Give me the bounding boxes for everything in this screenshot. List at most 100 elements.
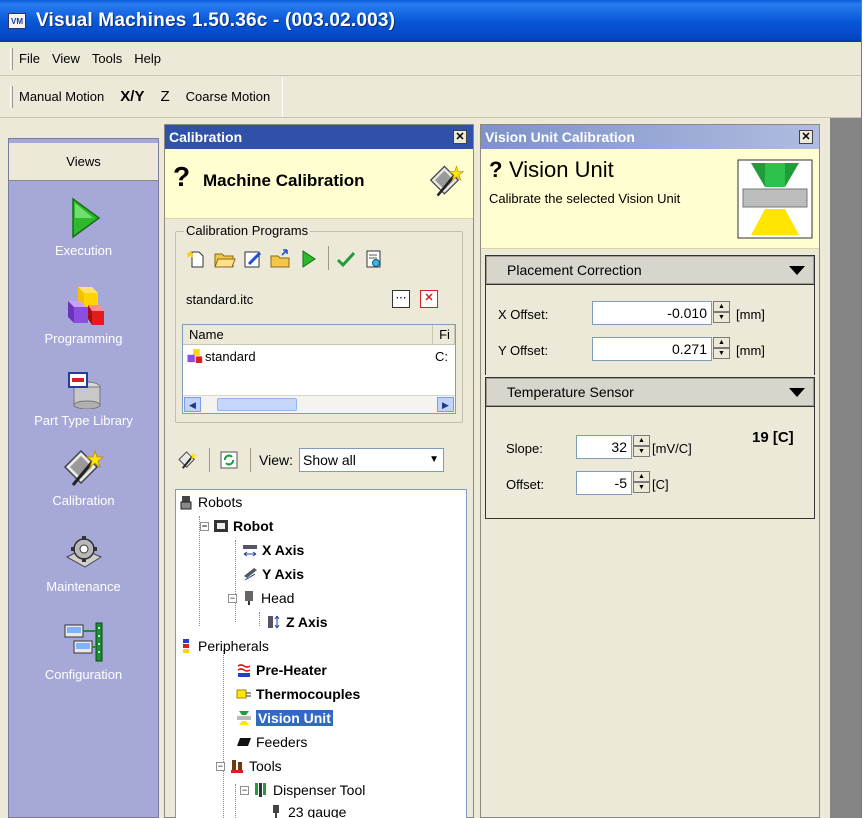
calibration-panel-title[interactable]: Calibration ✕ [165, 125, 473, 149]
chevron-down-icon[interactable] [789, 388, 805, 397]
tree-connector [223, 650, 224, 818]
spin-up-icon[interactable]: ▲ [633, 471, 650, 482]
temperature-sensor-section[interactable]: Temperature Sensor [485, 377, 815, 407]
view-configuration-label: Configuration [44, 667, 123, 682]
new-program-button[interactable] [184, 246, 210, 272]
tree-node-thermocouples[interactable]: Thermocouples [236, 682, 360, 706]
view-maintenance-label: Maintenance [46, 579, 121, 594]
tree-node-label: Z Axis [286, 614, 328, 630]
spin-down-icon[interactable]: ▼ [713, 312, 730, 323]
offset-spinner[interactable]: ▲ ▼ [633, 471, 650, 495]
chevron-down-icon[interactable]: ▼ [429, 449, 439, 471]
slope-spinner[interactable]: ▲ ▼ [633, 435, 650, 459]
view-filter-select[interactable]: Show all ▼ [298, 448, 444, 472]
tree-node-23-gauge[interactable]: 23 gauge [268, 800, 346, 818]
tree-node-pre-heater[interactable]: Pre-Heater [236, 658, 327, 682]
scroll-left-icon[interactable]: ◀ [184, 397, 201, 412]
tree-node-robot[interactable]: − Robot [200, 514, 273, 538]
calibrate-button[interactable] [175, 447, 201, 473]
view-calibration[interactable]: Calibration [9, 447, 158, 508]
checkmark-icon [336, 251, 356, 268]
scroll-right-icon[interactable]: ▶ [437, 397, 454, 412]
spin-down-icon[interactable]: ▼ [633, 446, 650, 457]
tree-node-x-axis[interactable]: X Axis [242, 538, 304, 562]
properties-program-button[interactable] [361, 246, 387, 272]
chevron-down-icon[interactable] [789, 266, 805, 275]
menu-file[interactable]: File [19, 51, 40, 66]
play-icon [71, 197, 100, 239]
toolbar-divider [209, 448, 210, 472]
tree-node-label: Y Axis [262, 566, 305, 582]
y-offset-spinner[interactable]: ▲ ▼ [713, 337, 730, 361]
tree-node-label: 23 gauge [288, 804, 347, 818]
menu-tools[interactable]: Tools [92, 51, 122, 66]
toolbar-grip[interactable] [10, 85, 13, 108]
spin-up-icon[interactable]: ▲ [713, 301, 730, 312]
run-program-button[interactable] [296, 246, 322, 272]
tree-node-label: Feeders [256, 734, 308, 750]
verify-program-button[interactable] [333, 246, 359, 272]
tree-node-dispenser-tool[interactable]: − Dispenser Tool [240, 778, 365, 802]
program-file-path: C: [435, 348, 448, 364]
tree-node-y-axis[interactable]: Y Axis [242, 562, 304, 586]
view-execution[interactable]: Execution [9, 197, 158, 258]
coarse-motion-button[interactable]: Coarse Motion [186, 89, 271, 104]
browse-button[interactable]: ⋯ [392, 290, 410, 308]
view-maintenance[interactable]: Maintenance [9, 533, 158, 594]
x-offset-input[interactable]: -0.010 [592, 301, 712, 325]
tree-node-vision-unit[interactable]: Vision Unit [236, 706, 333, 730]
z-button[interactable]: Z [160, 88, 169, 105]
tree-node-z-axis[interactable]: Z Axis [266, 610, 328, 634]
vision-close-button[interactable]: ✕ [799, 130, 813, 144]
tree-node-head[interactable]: − Head [228, 586, 294, 610]
view-configuration[interactable]: Configuration [9, 621, 158, 682]
spin-down-icon[interactable]: ▼ [713, 348, 730, 359]
manual-motion-button[interactable]: Manual Motion [19, 89, 104, 104]
vision-panel-title-text: Vision Unit Calibration [485, 129, 635, 145]
list-item[interactable]: standard C: [183, 345, 455, 367]
open-program-button[interactable] [212, 246, 238, 272]
view-filter-label: View: [259, 452, 293, 468]
spin-up-icon[interactable]: ▲ [713, 337, 730, 348]
offset-input[interactable]: -5 [576, 471, 632, 495]
slope-input[interactable]: 32 [576, 435, 632, 459]
refresh-button[interactable] [216, 447, 242, 473]
menu-grip[interactable] [10, 47, 13, 70]
view-part-type-library[interactable]: Part Type Library [9, 367, 158, 428]
column-file[interactable]: Fi [433, 325, 455, 344]
vision-panel-title[interactable]: Vision Unit Calibration ✕ [481, 125, 819, 149]
tree-node-label: Dispenser Tool [273, 782, 366, 798]
menu-help[interactable]: Help [134, 51, 161, 66]
xy-button[interactable]: X/Y [120, 88, 144, 105]
tree-node-label: Robot [233, 518, 274, 534]
remove-program-button[interactable]: ✕ [420, 290, 438, 308]
peripherals-icon [183, 639, 189, 653]
column-name[interactable]: Name [183, 325, 434, 344]
tree-node-robots[interactable]: Robots [178, 490, 242, 514]
tree-node-feeders[interactable]: Feeders [236, 730, 307, 754]
title-bar[interactable]: VM Visual Machines 1.50.36c - (003.02.00… [0, 0, 861, 42]
tree-node-peripherals[interactable]: Peripherals [178, 634, 269, 658]
list-horizontal-scrollbar[interactable]: ◀ ▶ [183, 395, 455, 413]
edit-program-button[interactable] [240, 246, 266, 272]
spin-down-icon[interactable]: ▼ [633, 482, 650, 493]
calibration-close-button[interactable]: ✕ [453, 130, 467, 144]
offset-unit: [C] [652, 477, 669, 492]
collapse-icon[interactable]: − [216, 761, 225, 771]
collapse-icon[interactable]: − [228, 593, 237, 603]
x-offset-spinner[interactable]: ▲ ▼ [713, 301, 730, 325]
collapse-icon[interactable]: − [200, 521, 209, 531]
view-execution-label: Execution [54, 243, 113, 258]
export-program-button[interactable] [268, 246, 294, 272]
spin-up-icon[interactable]: ▲ [633, 435, 650, 446]
z-axis-icon [268, 615, 280, 629]
placement-correction-section[interactable]: Placement Correction [485, 255, 815, 285]
y-offset-input[interactable]: 0.271 [592, 337, 712, 361]
tree-node-label: Tools [249, 758, 282, 774]
menu-view[interactable]: View [52, 51, 80, 66]
scroll-thumb[interactable] [217, 398, 297, 411]
tree-node-tools[interactable]: − Tools [216, 754, 282, 778]
collapse-icon[interactable]: − [240, 785, 249, 795]
view-programming[interactable]: Programming [9, 285, 158, 346]
vision-unit-panel: Vision Unit Calibration ✕ ? Vision Unit … [480, 124, 820, 818]
